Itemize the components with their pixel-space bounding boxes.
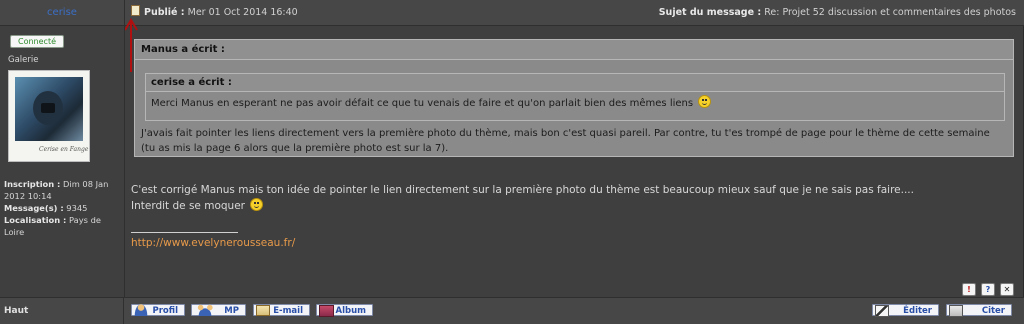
quote-button[interactable]: Citer [946,304,1012,317]
online-status-badge: Connecté [10,35,64,48]
report-icon[interactable]: ! [962,283,976,296]
signature-link[interactable]: http://www.evelynerousseau.fr/ [131,237,295,249]
album-icon [319,305,334,317]
album-button[interactable]: Album [316,304,373,317]
edit-button-label: Éditer [903,306,932,316]
private-message-icon [194,303,216,316]
outer-quote: Manus a écrit : cerise a écrit : Merci M… [134,39,1014,157]
reply-line-2: Interdit de se moquer [131,200,245,212]
author-profile: Connecté Galerie Cerise en Fange Inscrip… [0,26,125,297]
location-label: Localisation : [4,215,67,225]
post-actions-mini: !? ✕ [957,277,1014,296]
profile-button[interactable]: Profil [131,303,185,316]
email-button-label: E-mail [273,306,303,316]
reply-line-1: C'est corrigé Manus mais ton idée de poi… [131,184,914,196]
delete-icon[interactable]: ✕ [1000,283,1014,296]
quote-icon [949,305,963,317]
inner-quote-text-wrap: Merci Manus en esperant ne pas avoir déf… [151,95,712,112]
mp-button[interactable]: MP [191,303,246,316]
post-icon[interactable] [131,5,140,16]
inner-quote: cerise a écrit : Merci Manus en esperant… [145,73,1005,121]
smiley-icon [698,95,712,108]
outer-quote-text: J'avais fait pointer les liens directeme… [141,128,990,154]
post-footer: Haut Profil MP E-mail Album Éditer Citer [0,297,1024,324]
post-header: cerise Publié : Mer 01 Oct 2014 16:40 Su… [0,0,1024,26]
info-icon[interactable]: ? [981,283,995,296]
subject-label: Sujet du message [658,7,755,18]
messages-label: Message(s) : [4,203,64,213]
inner-quote-author: cerise a écrit : [146,74,1004,92]
post-subject: Sujet du message : Re: Projet 52 discuss… [658,7,1016,18]
mp-button-label: MP [224,306,239,316]
avatar[interactable]: Cerise en Fange [8,70,90,162]
profile-button-label: Profil [152,306,178,316]
camera-icon [41,103,55,113]
messages-count: 9345 [66,203,88,213]
subject-text: Re: Projet 52 discussion et commentaires… [764,7,1016,18]
signature-divider [131,232,238,233]
back-to-top-link[interactable]: Haut [0,298,124,324]
inscription-label: Inscription : [4,179,61,189]
user-rank: Galerie [8,55,39,65]
author-name[interactable]: cerise [0,0,125,25]
edit-button[interactable]: Éditer [872,304,939,317]
edit-icon [875,305,889,317]
email-icon [256,305,270,316]
post-date: Publié : Mer 01 Oct 2014 16:40 [131,0,298,25]
profile-icon [134,303,148,316]
avatar-photo [15,77,83,141]
album-button-label: Album [335,306,367,316]
smiley-icon [250,198,264,211]
profile-details: Inscription : Dim 08 Jan 2012 10:14 Mess… [4,178,122,238]
reply-text: C'est corrigé Manus mais ton idée de poi… [131,182,914,214]
published-date: Mer 01 Oct 2014 16:40 [187,7,298,18]
avatar-caption: Cerise en Fange [39,146,89,153]
inner-quote-text: Merci Manus en esperant ne pas avoir déf… [151,98,694,109]
email-button[interactable]: E-mail [253,304,310,316]
published-label: Publié [144,7,178,18]
quote-button-label: Citer [981,306,1005,316]
outer-quote-author: Manus a écrit : [135,40,1013,60]
